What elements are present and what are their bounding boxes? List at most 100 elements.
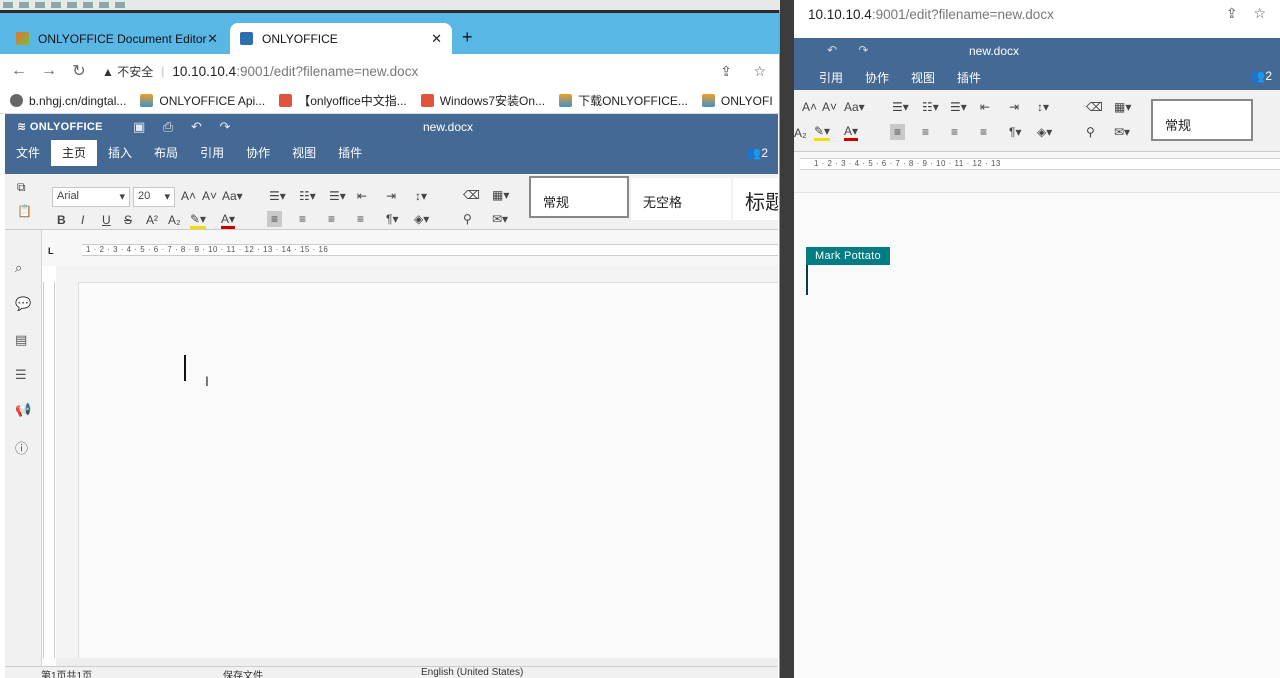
url-input[interactable]: 10.10.10.4:9001/edit?filename=new.docx <box>172 64 418 79</box>
address-bar[interactable]: 10.10.10.4:9001/edit?filename=new.docx ⇪… <box>794 0 1280 28</box>
bookmark-item[interactable]: 【onlyoffice中文指... <box>279 92 407 109</box>
taskbar-icon[interactable] <box>51 2 61 8</box>
tab-view[interactable]: 视图 <box>900 69 946 86</box>
mail-merge-icon[interactable]: ✉▾ <box>1114 125 1130 139</box>
document-page[interactable]: Mark Pottato <box>794 192 1280 678</box>
comments-icon[interactable]: 💬 <box>15 296 31 312</box>
highlight-icon[interactable]: ✎▾ <box>190 212 207 229</box>
feedback-icon[interactable]: 📢 <box>15 402 31 418</box>
bullets-icon[interactable]: ☰▾ <box>892 100 909 114</box>
taskbar-icon[interactable] <box>3 2 13 8</box>
close-icon[interactable]: ✕ <box>207 31 218 47</box>
navigation-icon[interactable]: ☰ <box>15 367 27 383</box>
paragraph-marks-icon[interactable]: ¶▾ <box>386 212 398 226</box>
align-right-icon[interactable]: ≡ <box>951 125 958 139</box>
justify-icon[interactable]: ≡ <box>980 125 987 139</box>
paragraph-marks-icon[interactable]: ¶▾ <box>1009 125 1021 139</box>
subscript-icon[interactable]: A₂ <box>168 213 181 227</box>
multilevel-list-icon[interactable]: ☰▾ <box>329 189 346 203</box>
clear-style-icon[interactable]: ⌫ <box>463 188 480 202</box>
users-button[interactable]: 👥2 <box>746 146 768 160</box>
tab-collaboration[interactable]: 协作 <box>235 140 281 166</box>
search-icon[interactable]: ⌕ <box>15 260 22 276</box>
tab-plugins[interactable]: 插件 <box>946 69 992 86</box>
strikethrough-icon[interactable]: S <box>124 213 132 227</box>
copy-icon[interactable]: ⧉ <box>17 180 26 195</box>
style-heading[interactable]: 标题 <box>733 178 778 220</box>
color-scheme-icon[interactable]: ▦▾ <box>492 188 509 202</box>
users-button[interactable]: 👥2 <box>1250 69 1272 83</box>
mail-merge-icon[interactable]: ✉▾ <box>492 212 508 226</box>
bookmark-star-icon[interactable]: ☆ <box>1253 5 1266 21</box>
share-icon[interactable]: ⇪ <box>720 63 732 80</box>
bold-icon[interactable]: B <box>57 213 66 227</box>
numbering-icon[interactable]: ☷▾ <box>299 189 316 203</box>
about-icon[interactable]: ⓘ <box>15 438 28 457</box>
clear-style-icon[interactable]: ⌫ <box>1086 100 1103 114</box>
taskbar-icon[interactable] <box>99 2 109 8</box>
tab-plugins[interactable]: 插件 <box>327 140 373 166</box>
copy-style-icon[interactable]: ⚲ <box>463 212 472 226</box>
tab-references[interactable]: 引用 <box>189 140 235 166</box>
taskbar-icon[interactable] <box>19 2 29 8</box>
style-normal[interactable]: 常规 <box>1151 99 1253 141</box>
change-case-icon[interactable]: Aa▾ <box>222 189 243 203</box>
highlight-icon[interactable]: ✎▾ <box>814 124 831 141</box>
numbering-icon[interactable]: ☷▾ <box>922 100 939 114</box>
back-icon[interactable]: ← <box>4 62 34 80</box>
bookmark-item[interactable]: ONLYOFI <box>701 94 773 108</box>
window-splitter[interactable] <box>780 0 794 678</box>
italic-icon[interactable]: I <box>81 213 84 227</box>
tab-collaboration[interactable]: 协作 <box>854 69 900 86</box>
subscript-icon[interactable]: A₂ <box>794 126 807 140</box>
close-icon[interactable]: ✕ <box>431 31 442 47</box>
tab-file[interactable]: 文件 <box>5 140 51 166</box>
bookmark-item[interactable]: ONLYOFFICE Api... <box>140 94 265 108</box>
decrease-indent-icon[interactable]: ⇤ <box>980 100 990 114</box>
taskbar-icon[interactable] <box>83 2 93 8</box>
decrease-font-icon[interactable]: A˅ <box>202 189 217 203</box>
chat-icon[interactable]: ▤ <box>15 332 27 348</box>
tab-onlyoffice-document-editor[interactable]: ONLYOFFICE Document Editor ✕ <box>6 23 228 54</box>
tab-references[interactable]: 引用 <box>808 69 854 86</box>
tab-view[interactable]: 视图 <box>281 140 327 166</box>
security-warning[interactable]: ▲ 不安全 <box>102 63 153 80</box>
ruler-scale[interactable]: 1 · 2 · 3 · 4 · 5 · 6 · 7 · 8 · 9 · 10 ·… <box>82 244 778 256</box>
taskbar-icon[interactable] <box>115 2 125 8</box>
bookmark-item[interactable]: b.nhgj.cn/dingtal... <box>10 94 126 108</box>
taskbar-icon[interactable] <box>67 2 77 8</box>
redo-icon[interactable]: ↷ <box>858 43 868 57</box>
shading-icon[interactable]: ◈▾ <box>414 212 429 226</box>
tab-stop-icon[interactable]: L <box>48 246 54 256</box>
font-color-icon[interactable]: A▾ <box>844 124 859 141</box>
font-name-select[interactable]: Arial ▾ <box>52 187 130 207</box>
bookmark-star-icon[interactable]: ☆ <box>753 63 766 80</box>
bullets-icon[interactable]: ☰▾ <box>269 189 286 203</box>
underline-icon[interactable]: U <box>102 213 111 227</box>
shading-icon[interactable]: ◈▾ <box>1037 125 1052 139</box>
taskbar-icon[interactable] <box>35 2 45 8</box>
increase-indent-icon[interactable]: ⇥ <box>386 189 396 203</box>
tab-insert[interactable]: 插入 <box>97 140 143 166</box>
share-icon[interactable]: ⇪ <box>1226 5 1238 21</box>
reload-icon[interactable]: ↻ <box>64 61 94 81</box>
increase-font-icon[interactable]: A˄ <box>181 189 196 203</box>
justify-icon[interactable]: ≡ <box>357 212 364 226</box>
forward-icon[interactable]: → <box>34 62 64 80</box>
tab-layout[interactable]: 布局 <box>143 140 189 166</box>
horizontal-scrollbar[interactable] <box>56 658 778 666</box>
increase-indent-icon[interactable]: ⇥ <box>1009 100 1019 114</box>
align-right-icon[interactable]: ≡ <box>328 212 335 226</box>
save-icon[interactable]: ▣ <box>133 119 145 134</box>
style-normal[interactable]: 常规 <box>529 176 629 218</box>
increase-font-icon[interactable]: A˄ <box>802 100 817 114</box>
undo-icon[interactable]: ↶ <box>827 43 837 57</box>
color-scheme-icon[interactable]: ▦▾ <box>1114 100 1131 114</box>
align-center-icon[interactable]: ≡ <box>922 125 929 139</box>
align-center-icon[interactable]: ≡ <box>299 212 306 226</box>
align-left-icon[interactable]: ≡ <box>890 124 906 140</box>
multilevel-list-icon[interactable]: ☰▾ <box>950 100 967 114</box>
ruler-scale[interactable]: 1 · 2 · 3 · 4 · 5 · 6 · 7 · 8 · 9 · 10 ·… <box>800 158 1280 170</box>
superscript-icon[interactable]: A² <box>146 213 158 227</box>
decrease-indent-icon[interactable]: ⇤ <box>357 189 367 203</box>
